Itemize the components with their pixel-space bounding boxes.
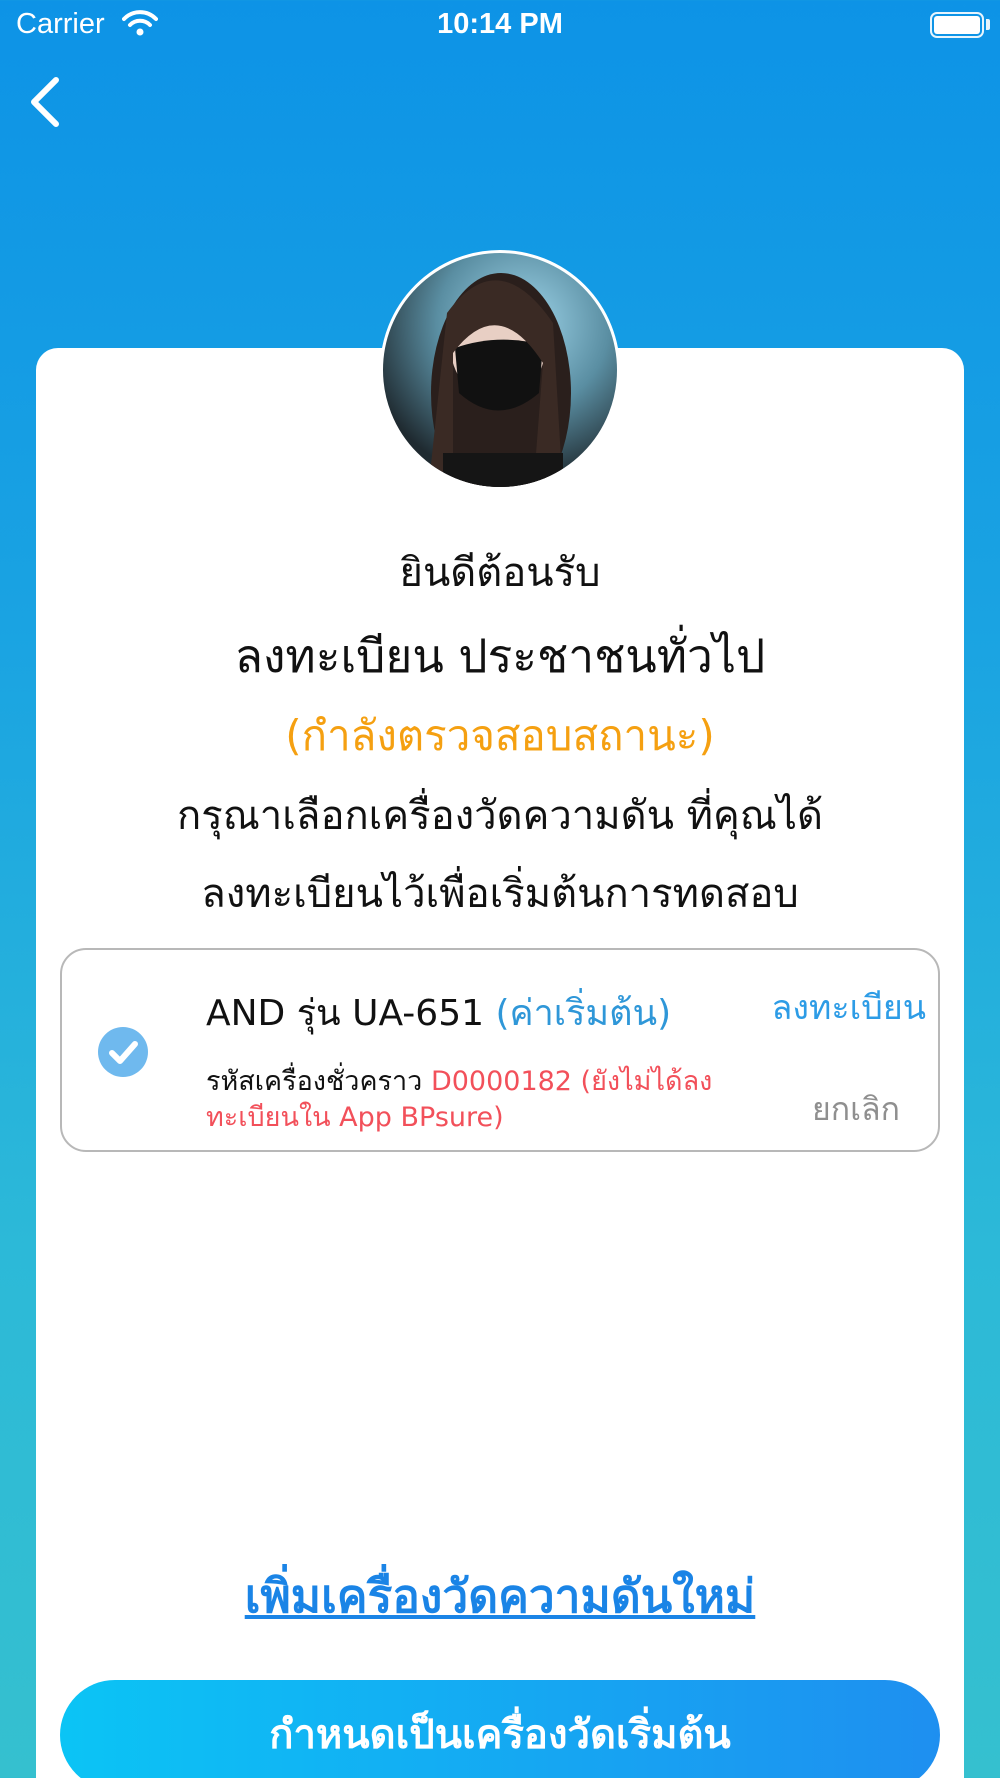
device-model: AND รุ่น UA-651 [206,993,484,1034]
add-device-link[interactable]: เพิ่มเครื่องวัดความดันใหม่ [36,1560,964,1633]
avatar-photo [428,273,571,487]
welcome-title: ยินดีต้อนรับ [399,550,601,596]
temp-code: รหัสเครื่องชั่วคราว D0000182 (ยังไม่ได้ล… [206,1064,746,1136]
register-link[interactable]: ลงทะเบียน [772,980,926,1034]
instruction-text: กรุณาเลือกเครื่องวัดความดัน ที่คุณได้ ลง… [36,777,964,933]
device-name: AND รุ่น UA-651 (ค่าเริ่มต้น) [206,984,671,1041]
temp-code-label: รหัสเครื่องชั่วคราว [206,1066,423,1097]
checkmark-icon [109,1041,138,1064]
battery-icon [930,12,984,38]
battery-tip [986,19,990,30]
chevron-left-icon [31,77,59,127]
instruction-line-1: กรุณาเลือกเครื่องวัดความดัน ที่คุณได้ [176,793,823,839]
check-circle-icon[interactable] [98,1027,148,1077]
status-bar: Carrier 10:14 PM [0,0,1000,50]
status-text: (กำลังตรวจสอบสถานะ) [285,711,715,760]
cancel-link[interactable]: ยกเลิก [812,1084,900,1135]
instruction-line-2: ลงทะเบียนไว้เพื่อเริ่มต้นการทดสอบ [201,871,799,917]
back-button[interactable] [22,72,72,132]
clock: 10:14 PM [437,8,563,40]
device-default-label: (ค่าเริ่มต้น) [495,993,672,1034]
device-list-item[interactable]: AND รุ่น UA-651 (ค่าเริ่มต้น) ลงทะเบียน … [60,948,940,1152]
set-default-button[interactable]: กำหนดเป็นเครื่องวัดเริ่มต้น [60,1680,940,1778]
avatar [380,250,620,490]
register-type: ลงทะเบียน ประชาชนทั่วไป [234,629,766,683]
